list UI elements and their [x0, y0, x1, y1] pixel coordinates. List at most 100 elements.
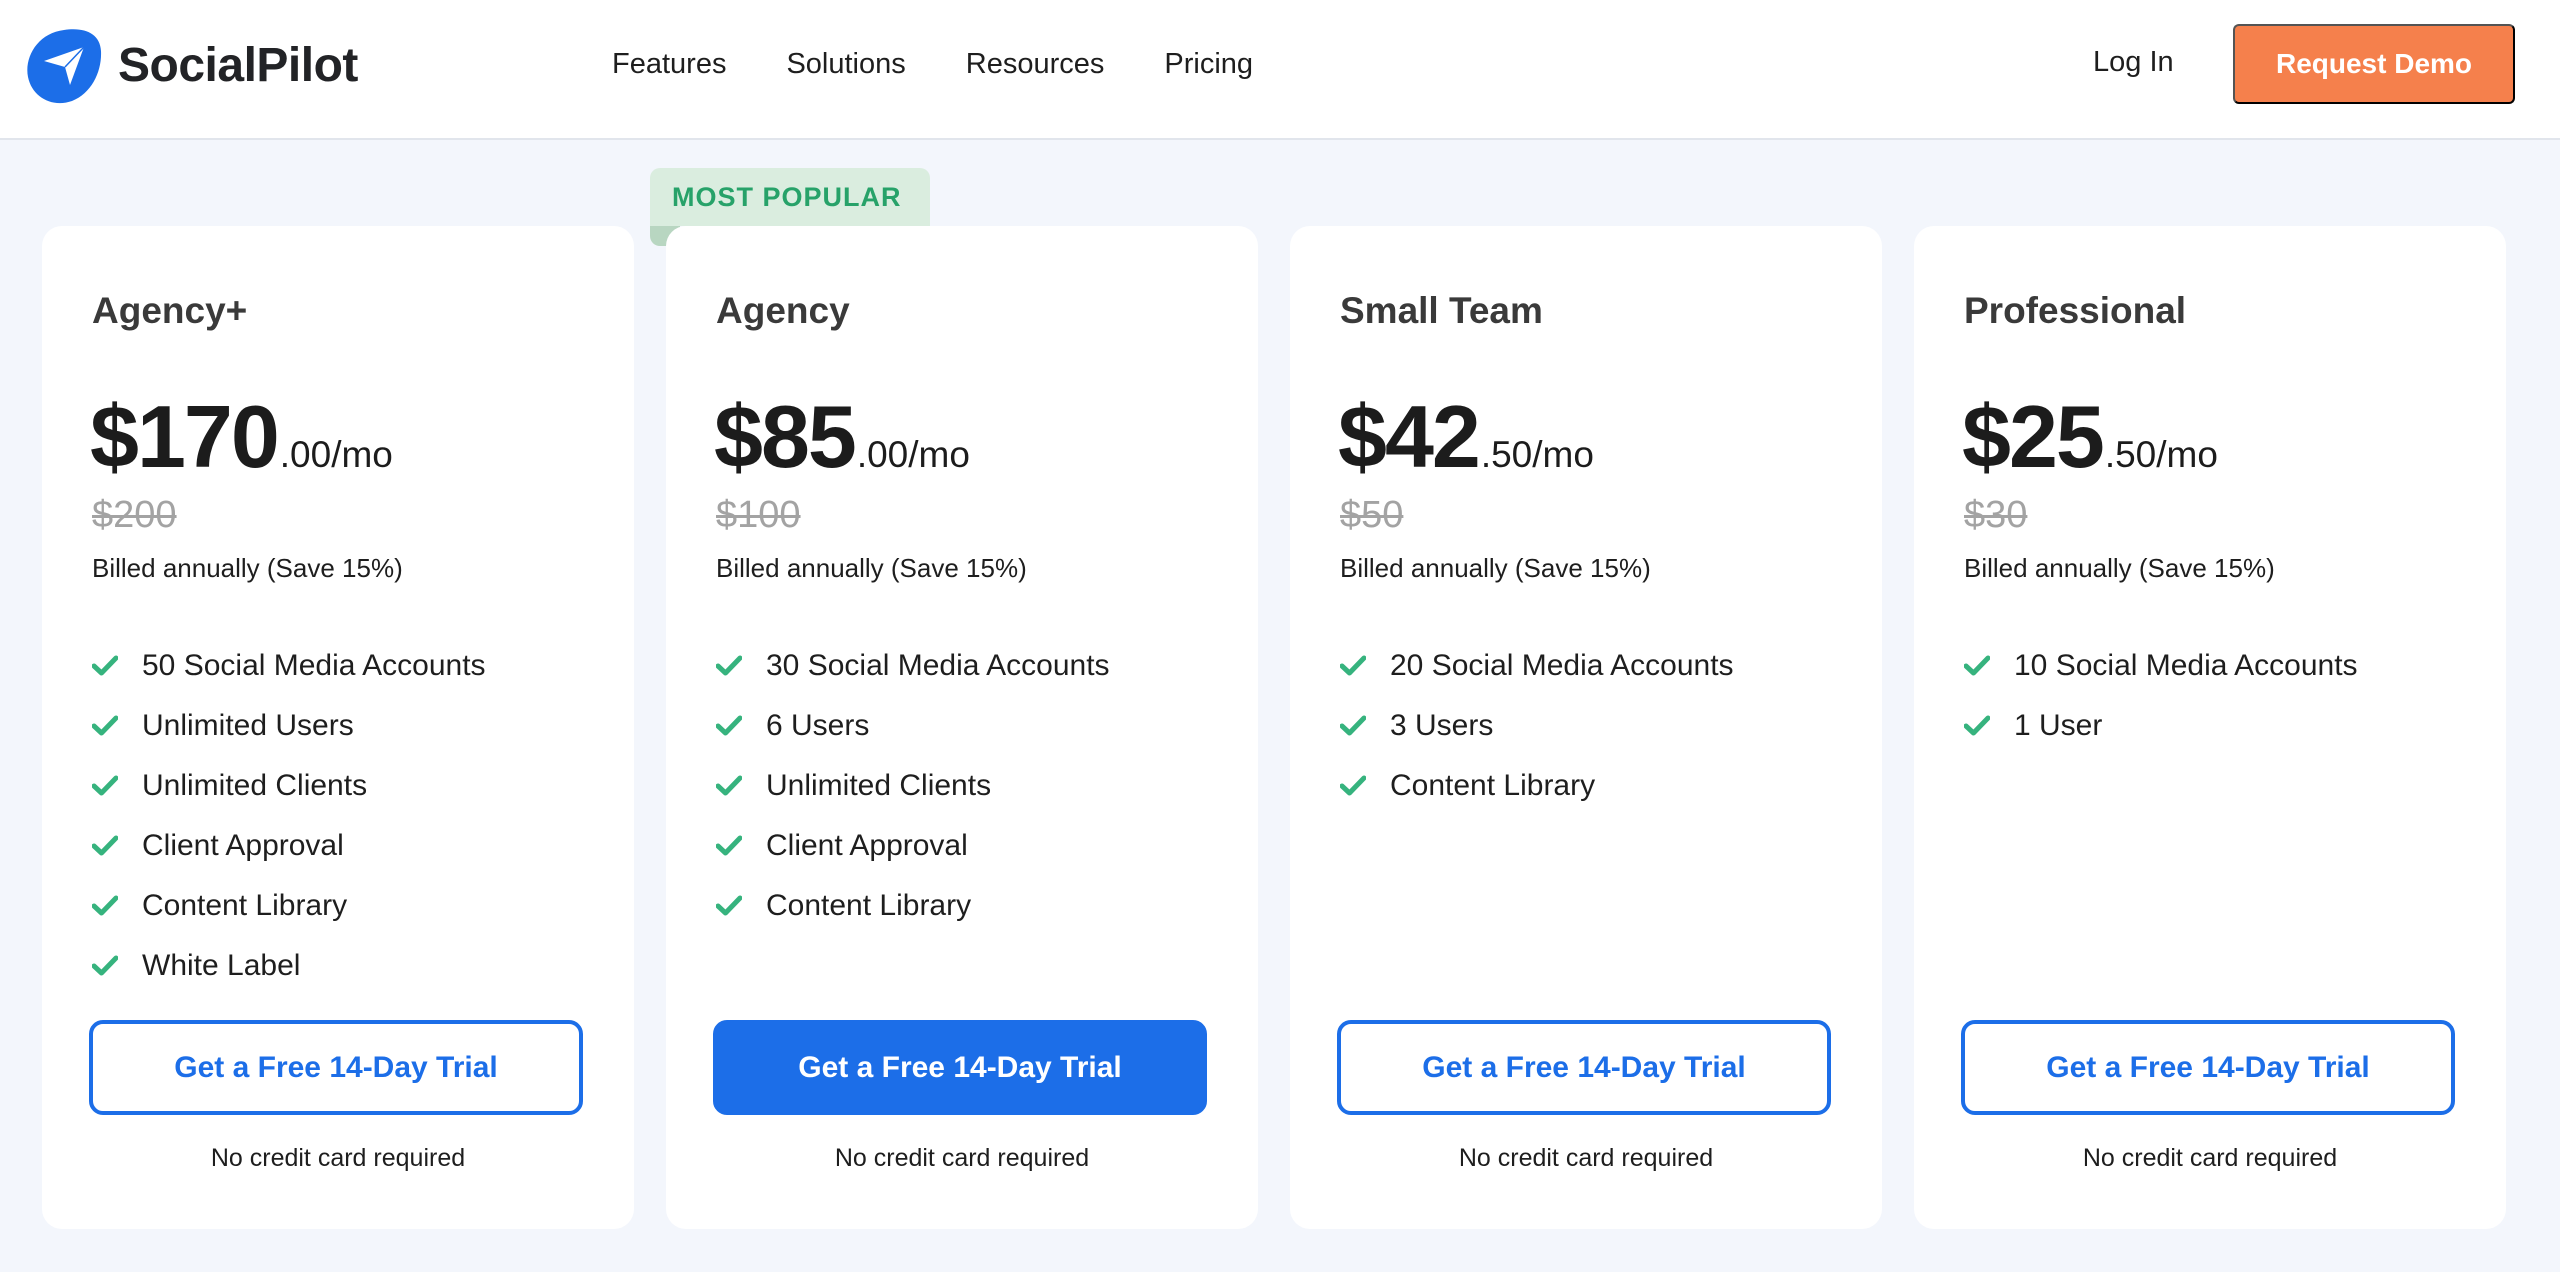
feature-item: Content Library [1340, 756, 1734, 816]
check-icon [716, 835, 742, 856]
most-popular-badge: MOST POPULAR [650, 168, 930, 226]
check-icon [716, 715, 742, 736]
price-amount: $170 [90, 387, 280, 486]
old-price: $50 [1340, 494, 1404, 536]
free-trial-button[interactable]: Get a Free 14-Day Trial [1337, 1020, 1831, 1115]
feature-item: 10 Social Media Accounts [1964, 636, 2358, 696]
feature-item: 20 Social Media Accounts [1340, 636, 1734, 696]
feature-label: Unlimited Users [142, 709, 354, 742]
check-icon [92, 715, 118, 736]
feature-item: Unlimited Clients [716, 756, 1110, 816]
check-icon [716, 895, 742, 916]
no-credit-card-note: No credit card required [210, 1144, 466, 1172]
plan-card-professional: Professional $25 .50/mo $30 Billed annua… [1914, 226, 2506, 1229]
plan-price: $42 .50/mo [1338, 386, 1594, 488]
billing-note: Billed annually (Save 15%) [716, 553, 1027, 583]
check-icon [1340, 715, 1366, 736]
feature-label: Client Approval [142, 829, 344, 862]
feature-item: Unlimited Users [92, 696, 486, 756]
check-icon [92, 835, 118, 856]
brand-name: SocialPilot [118, 39, 358, 92]
check-icon [1964, 655, 1990, 676]
feature-item: 3 Users [1340, 696, 1734, 756]
price-amount: $85 [714, 387, 857, 486]
feature-item: 1 User [1964, 696, 2358, 756]
nav-solutions[interactable]: Solutions [786, 44, 905, 84]
check-icon [716, 655, 742, 676]
plan-card-agency: Agency $85 .00/mo $100 Billed annually (… [666, 226, 1258, 1229]
billing-note: Billed annually (Save 15%) [1340, 553, 1651, 583]
feature-label: 30 Social Media Accounts [766, 649, 1110, 682]
plan-name: Agency+ [92, 290, 248, 331]
plan-name: Agency [716, 290, 850, 331]
feature-label: 3 Users [1390, 709, 1494, 742]
feature-item: 50 Social Media Accounts [92, 636, 486, 696]
brand-logo[interactable]: SocialPilot [26, 27, 358, 104]
feature-item: Content Library [92, 876, 486, 936]
feature-label: Unlimited Clients [766, 769, 992, 802]
billing-note: Billed annually (Save 15%) [1964, 553, 2275, 583]
check-icon [716, 775, 742, 796]
feature-list: 10 Social Media Accounts 1 User [1964, 636, 2358, 756]
old-price: $100 [716, 494, 801, 536]
plan-price: $25 .50/mo [1962, 386, 2218, 488]
feature-item: Client Approval [92, 816, 486, 876]
feature-label: Content Library [142, 889, 348, 922]
login-link[interactable]: Log In [2093, 42, 2174, 82]
plan-card-small-team: Small Team $42 .50/mo $50 Billed annuall… [1290, 226, 1882, 1229]
feature-label: 1 User [2014, 709, 2103, 742]
no-credit-card-note: No credit card required [834, 1144, 1090, 1172]
check-icon [1964, 715, 1990, 736]
check-icon [1340, 655, 1366, 676]
nav-resources[interactable]: Resources [966, 44, 1105, 84]
feature-item: Client Approval [716, 816, 1110, 876]
check-icon [92, 955, 118, 976]
feature-label: 6 Users [766, 709, 870, 742]
feature-label: Content Library [766, 889, 972, 922]
check-icon [1340, 775, 1366, 796]
free-trial-button[interactable]: Get a Free 14-Day Trial [713, 1020, 1207, 1115]
check-icon [92, 895, 118, 916]
free-trial-button[interactable]: Get a Free 14-Day Trial [89, 1020, 583, 1115]
free-trial-button[interactable]: Get a Free 14-Day Trial [1961, 1020, 2455, 1115]
paper-plane-icon [27, 29, 102, 104]
old-price: $200 [92, 494, 177, 536]
feature-list: 50 Social Media Accounts Unlimited Users U… [92, 636, 486, 996]
billing-note: Billed annually (Save 15%) [92, 553, 403, 583]
price-amount: $25 [1962, 387, 2105, 486]
site-header: SocialPilot Features Solutions Resources… [0, 0, 2560, 140]
plan-name: Small Team [1340, 290, 1543, 331]
plan-price: $170 .00/mo [90, 386, 393, 488]
feature-label: Client Approval [766, 829, 968, 862]
feature-label: 10 Social Media Accounts [2014, 649, 2358, 682]
plan-name: Professional [1964, 290, 2187, 331]
feature-item: 6 Users [716, 696, 1110, 756]
feature-item: 30 Social Media Accounts [716, 636, 1110, 696]
main-nav: Features Solutions Resources Pricing [612, 44, 1313, 84]
feature-label: 50 Social Media Accounts [142, 649, 486, 682]
price-suffix: .50/mo [1480, 434, 1594, 475]
check-icon [92, 655, 118, 676]
nav-pricing[interactable]: Pricing [1164, 44, 1253, 84]
no-credit-card-note: No credit card required [1458, 1144, 1714, 1172]
feature-label: Content Library [1390, 769, 1596, 802]
no-credit-card-note: No credit card required [2082, 1144, 2338, 1172]
feature-item: White Label [92, 936, 486, 996]
plan-price: $85 .00/mo [714, 386, 970, 488]
check-icon [92, 775, 118, 796]
price-suffix: .50/mo [2104, 434, 2218, 475]
feature-list: 20 Social Media Accounts 3 Users Content L… [1340, 636, 1734, 816]
feature-list: 30 Social Media Accounts 6 Users Unlimited… [716, 636, 1110, 936]
feature-label: Unlimited Clients [142, 769, 368, 802]
price-suffix: .00/mo [279, 434, 393, 475]
feature-label: 20 Social Media Accounts [1390, 649, 1734, 682]
request-demo-button[interactable]: Request Demo [2233, 24, 2515, 104]
plan-card-agency-plus: Agency+ $170 .00/mo $200 Billed annually… [42, 226, 634, 1229]
feature-label: White Label [142, 949, 301, 982]
feature-item: Unlimited Clients [92, 756, 486, 816]
price-amount: $42 [1338, 387, 1481, 486]
price-suffix: .00/mo [856, 434, 970, 475]
nav-features[interactable]: Features [612, 44, 726, 84]
feature-item: Content Library [716, 876, 1110, 936]
old-price: $30 [1964, 494, 2028, 536]
